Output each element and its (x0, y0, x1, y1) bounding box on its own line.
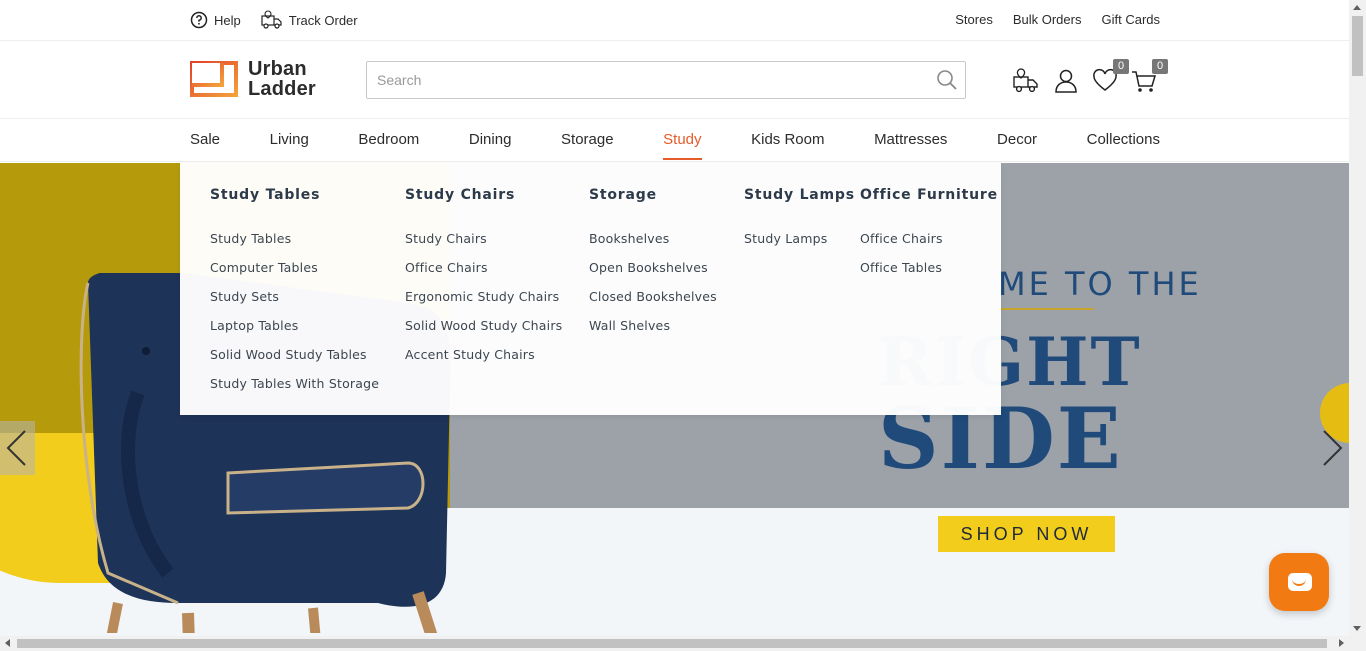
horizontal-scrollbar[interactable] (0, 636, 1349, 651)
chevron-right-icon (1323, 430, 1343, 466)
help-label: Help (214, 12, 241, 28)
vertical-scroll-thumb[interactable] (1352, 16, 1363, 76)
track-order-link[interactable]: Track Order (261, 10, 358, 30)
scroll-left-arrow[interactable] (5, 639, 10, 647)
mega-menu-column-office-furniture: Office Furniture Office Chairs Office Tabl… (860, 187, 998, 282)
shop-now-button[interactable]: SHOP NOW (938, 516, 1115, 552)
page: Help Track Order Stores Bulk Orders Gift… (0, 0, 1349, 651)
chat-icon (1288, 573, 1312, 591)
nav-item-sale[interactable]: Sale (190, 131, 220, 158)
cart-button[interactable]: 0 (1130, 59, 1168, 95)
help-icon (190, 11, 208, 29)
urban-ladder-logo[interactable]: Urban Ladder (190, 59, 316, 99)
bulk-orders-link[interactable]: Bulk Orders (1013, 12, 1082, 27)
nav-item-storage[interactable]: Storage (561, 131, 614, 158)
mega-menu-link[interactable]: Office Tables (860, 253, 982, 282)
mega-menu-link[interactable]: Study Lamps (744, 224, 839, 253)
track-delivery-icon[interactable] (1012, 67, 1040, 95)
nav-item-decor[interactable]: Decor (997, 131, 1037, 158)
mega-menu-link[interactable]: Bookshelves (589, 224, 717, 253)
wishlist-button[interactable]: 0 (1091, 59, 1129, 95)
mega-menu-column-study-tables: Study Tables Study Tables Computer Tables S… (210, 187, 395, 398)
scroll-up-arrow[interactable] (1353, 5, 1361, 10)
logo-mark-icon (190, 61, 238, 97)
logo-wordmark: Urban Ladder (248, 59, 316, 99)
mega-menu-link[interactable]: Computer Tables (210, 253, 379, 282)
mega-menu-column-study-lamps: Study Lamps Study Lamps (744, 187, 855, 253)
mega-menu-link[interactable]: Solid Wood Study Tables (210, 340, 379, 369)
mega-menu-heading[interactable]: Office Furniture (860, 187, 998, 203)
hero-headline-small: ME TO THE (998, 265, 1202, 303)
logo-line-1: Urban (248, 58, 307, 80)
chevron-left-icon (6, 430, 26, 466)
mega-menu-heading[interactable]: Study Chairs (405, 187, 578, 203)
mega-menu-link[interactable]: Ergonomic Study Chairs (405, 282, 562, 311)
nav-item-mattresses[interactable]: Mattresses (874, 131, 947, 158)
mega-menu-link[interactable]: Office Chairs (860, 224, 982, 253)
wishlist-count-badge: 0 (1113, 59, 1129, 74)
nav-item-living[interactable]: Living (270, 131, 309, 158)
mega-menu-heading[interactable]: Storage (589, 187, 733, 203)
mega-menu-column-storage: Storage Bookshelves Open Bookshelves Closed… (589, 187, 733, 340)
stores-link[interactable]: Stores (955, 12, 993, 27)
category-nav: Sale Living Bedroom Dining Storage Study Kids … (0, 119, 1349, 162)
study-mega-menu: Study Tables Study Tables Computer Tables S… (180, 163, 1001, 415)
mega-menu-link[interactable]: Study Tables (210, 224, 379, 253)
mega-menu-link[interactable]: Wall Shelves (589, 311, 717, 340)
mega-menu-link[interactable]: Study Sets (210, 282, 379, 311)
scroll-down-arrow[interactable] (1353, 626, 1361, 631)
mega-menu-link[interactable]: Closed Bookshelves (589, 282, 717, 311)
search-input[interactable] (367, 62, 907, 98)
mega-menu-link[interactable]: Accent Study Chairs (405, 340, 562, 369)
mega-menu-link[interactable]: Study Tables With Storage (210, 369, 379, 398)
search-icon[interactable] (935, 68, 959, 92)
main-header: Urban Ladder 0 (0, 41, 1349, 119)
help-link[interactable]: Help (190, 10, 241, 30)
horizontal-scroll-thumb[interactable] (17, 639, 1327, 648)
track-order-label: Track Order (288, 12, 358, 28)
carousel-prev-button[interactable] (0, 421, 35, 475)
vertical-scrollbar[interactable] (1349, 0, 1366, 651)
mega-menu-link[interactable]: Study Chairs (405, 224, 562, 253)
nav-item-bedroom[interactable]: Bedroom (358, 131, 419, 158)
delivery-truck-icon (261, 10, 282, 29)
logo-line-2: Ladder (248, 78, 316, 100)
mega-menu-link[interactable]: Solid Wood Study Chairs (405, 311, 562, 340)
hero-divider (998, 308, 1094, 310)
cart-count-badge: 0 (1152, 59, 1168, 74)
mega-menu-column-study-chairs: Study Chairs Study Chairs Office Chairs Erg… (405, 187, 578, 369)
mega-menu-heading[interactable]: Study Tables (210, 187, 395, 203)
scroll-right-arrow[interactable] (1339, 639, 1344, 647)
user-account-icon[interactable] (1052, 67, 1080, 95)
mega-menu-heading[interactable]: Study Lamps (744, 187, 855, 203)
carousel-next-button[interactable] (1314, 421, 1349, 475)
chat-widget-button[interactable] (1269, 553, 1329, 611)
mega-menu-link[interactable]: Office Chairs (405, 253, 562, 282)
mega-menu-link[interactable]: Laptop Tables (210, 311, 379, 340)
nav-item-study[interactable]: Study (663, 131, 702, 160)
top-utility-bar: Help Track Order Stores Bulk Orders Gift… (0, 0, 1349, 41)
nav-item-kids-room[interactable]: Kids Room (751, 131, 824, 158)
mega-menu-link[interactable]: Open Bookshelves (589, 253, 717, 282)
nav-item-collections[interactable]: Collections (1087, 131, 1160, 158)
gift-cards-link[interactable]: Gift Cards (1101, 12, 1160, 27)
search-box (366, 61, 966, 99)
nav-item-dining[interactable]: Dining (469, 131, 512, 158)
